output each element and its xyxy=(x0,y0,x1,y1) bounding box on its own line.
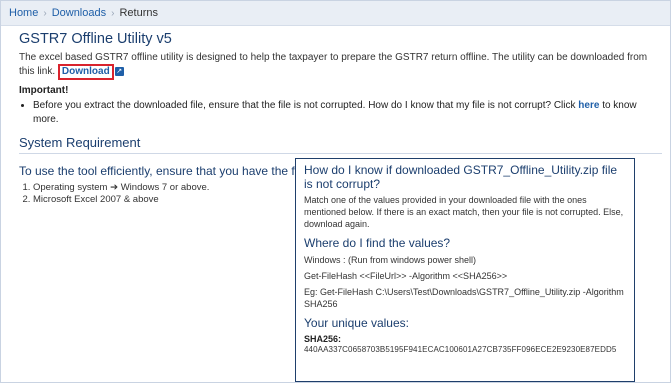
requirement-value: Windows 7 or above. xyxy=(120,182,210,193)
integrity-info-panel: How do I know if downloaded GSTR7_Offlin… xyxy=(295,158,635,382)
command-syntax: Get-FileHash <<FileUrl>> -Algorithm <<SH… xyxy=(304,271,508,281)
download-label: Download xyxy=(61,66,110,77)
panel-title: How do I know if downloaded GSTR7_Offlin… xyxy=(304,163,618,191)
important-label: Important! xyxy=(19,85,69,96)
breadcrumb-home[interactable]: Home xyxy=(9,7,38,19)
note-text: Before you extract the downloaded file, … xyxy=(33,100,576,111)
breadcrumb-separator: › xyxy=(43,8,47,19)
external-link-icon[interactable]: ↗ xyxy=(114,66,124,76)
list-item: Before you extract the downloaded file, … xyxy=(33,99,662,127)
page-title: GSTR7 Offline Utility v5 xyxy=(19,31,172,47)
find-values-heading: Where do I find the values? xyxy=(304,236,451,250)
system-requirement-heading: System Requirement xyxy=(19,135,141,150)
windows-instructions: Windows : (Run from windows power shell) xyxy=(304,255,477,265)
requirement-text: Microsoft Excel 2007 & above xyxy=(33,194,159,205)
breadcrumb-current: Returns xyxy=(119,7,158,19)
notes-list: Before you extract the downloaded file, … xyxy=(19,99,662,127)
sha256-label: SHA256: xyxy=(304,334,342,344)
sha256-value: 440AA337C0658703B5195F941ECAC100601A27CB… xyxy=(304,345,617,354)
arrow-right-icon: ➔ xyxy=(110,182,119,193)
requirement-prefix: Operating system xyxy=(33,182,108,193)
download-link[interactable]: Download xyxy=(57,64,114,80)
unique-values-heading: Your unique values: xyxy=(304,316,409,330)
section-divider xyxy=(19,153,662,154)
breadcrumb-downloads[interactable]: Downloads xyxy=(52,7,106,19)
here-link[interactable]: here xyxy=(578,100,599,111)
command-example: Eg: Get-FileHash C:\Users\Test\Downloads… xyxy=(304,287,624,309)
page-frame: Home › Downloads › Returns GSTR7 Offline Uti… xyxy=(0,0,671,383)
breadcrumb-separator: › xyxy=(111,8,115,19)
match-instructions: Match one of the values provided in your… xyxy=(304,195,624,229)
intro-paragraph: The excel based GSTR7 offline utility is… xyxy=(19,51,662,80)
breadcrumb: Home › Downloads › Returns xyxy=(1,1,670,26)
